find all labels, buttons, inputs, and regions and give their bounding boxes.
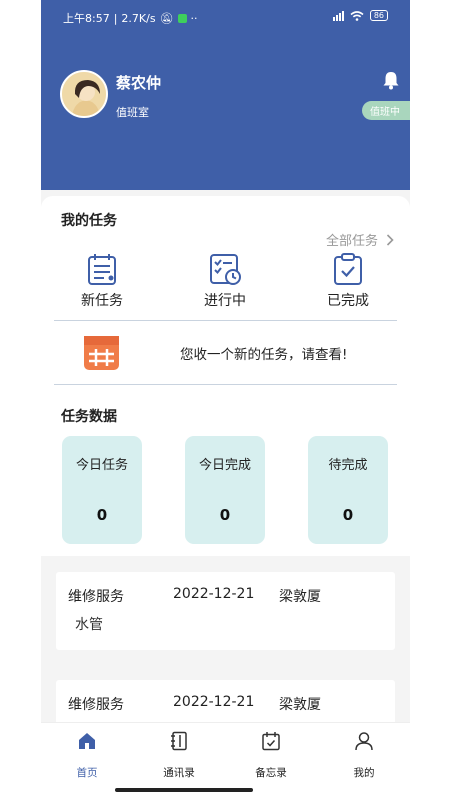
service-date: 2022-12-21 [173,694,255,710]
tasks-card: 我的任务 全部任务 新任务 进行中 已完成 您收一个新的任务，请查看! 任务数据… [41,196,410,556]
mute-icon: 🔕︎ [159,11,174,25]
status-bar: 上午8:57 | 2.7K/s 🔕︎ ·· 86 [41,0,410,34]
in-progress-label: 进行中 [204,293,246,309]
status-speed: 2.7K/s [121,11,156,25]
in-progress-button[interactable]: 进行中 [185,252,265,310]
completed-label: 已完成 [327,293,369,309]
divider [54,384,397,385]
task-status-row: 新任务 进行中 已完成 [41,252,410,312]
service-item[interactable]: 维修服务 2022-12-21 梁敦厦 水管 [56,572,395,650]
all-tasks-link[interactable]: 全部任务 [326,230,394,249]
task-stats: 今日任务 0 今日完成 0 待完成 0 [41,436,410,544]
stat-label: 今日完成 [198,458,251,473]
new-tasks-label: 新任务 [81,293,123,309]
tab-label: 备忘录 [255,767,287,779]
stat-value: 0 [96,506,108,524]
stat-pending[interactable]: 待完成 0 [308,436,388,544]
service-place: 梁敦厦 [279,697,321,713]
tab-label: 我的 [353,767,375,779]
stat-value: 0 [219,506,231,524]
stat-today-tasks[interactable]: 今日任务 0 [62,436,142,544]
wifi-icon [350,10,364,21]
avatar-image [62,72,106,116]
tab-memo[interactable]: 备忘录 [241,731,301,780]
memo-calendar-icon [262,732,280,751]
checklist-clock-icon [210,254,241,285]
status-time: 上午8:57 [63,12,110,25]
service-type: 维修服务 [68,589,124,605]
calendar-grid-icon [84,336,119,370]
service-type: 维修服务 [68,697,124,713]
signal-icon [332,10,344,21]
avatar[interactable] [60,70,108,118]
user-icon [355,732,373,751]
tab-label: 首页 [76,767,98,779]
tab-home[interactable]: 首页 [57,731,117,780]
profile-header: 上午8:57 | 2.7K/s 🔕︎ ·· 86 蔡农仲 值班室 值班中 [41,0,410,190]
stat-value: 0 [342,506,354,524]
clipboard-check-icon [334,253,362,285]
stat-label: 今日任务 [75,458,128,473]
stat-today-completed[interactable]: 今日完成 0 [185,436,265,544]
my-tasks-title: 我的任务 [61,213,117,229]
battery-icon: 86 [369,10,388,21]
task-data-title: 任务数据 [61,409,117,425]
user-name: 蔡农仲 [116,74,162,92]
new-tasks-button[interactable]: 新任务 [62,252,142,310]
phone-screen: 上午8:57 | 2.7K/s 🔕︎ ·· 86 蔡农仲 值班室 值班中 我的任… [41,0,410,800]
status-extra: ·· [190,11,198,25]
service-place: 梁敦厦 [279,589,321,605]
duty-status-badge: 值班中 [362,101,410,120]
calendar-list-icon [88,254,116,285]
app-indicator-icon [177,13,187,23]
chevron-right-icon [386,233,394,246]
completed-button[interactable]: 已完成 [308,252,388,310]
stat-label: 待完成 [328,458,368,473]
home-indicator [115,788,253,792]
service-date: 2022-12-21 [173,586,255,602]
tab-mine[interactable]: 我的 [334,731,394,780]
notice-text: 您收一个新的任务，请查看! [180,347,348,363]
home-icon [79,733,95,749]
bell-icon[interactable] [382,70,400,90]
new-task-notice[interactable]: 您收一个新的任务，请查看! [54,321,397,385]
all-tasks-label: 全部任务 [325,234,378,249]
contacts-icon [171,731,187,751]
tab-label: 通讯录 [163,767,195,779]
tab-contacts[interactable]: 通讯录 [149,731,209,780]
service-detail: 水管 [75,617,103,633]
user-role: 值班室 [116,106,149,119]
